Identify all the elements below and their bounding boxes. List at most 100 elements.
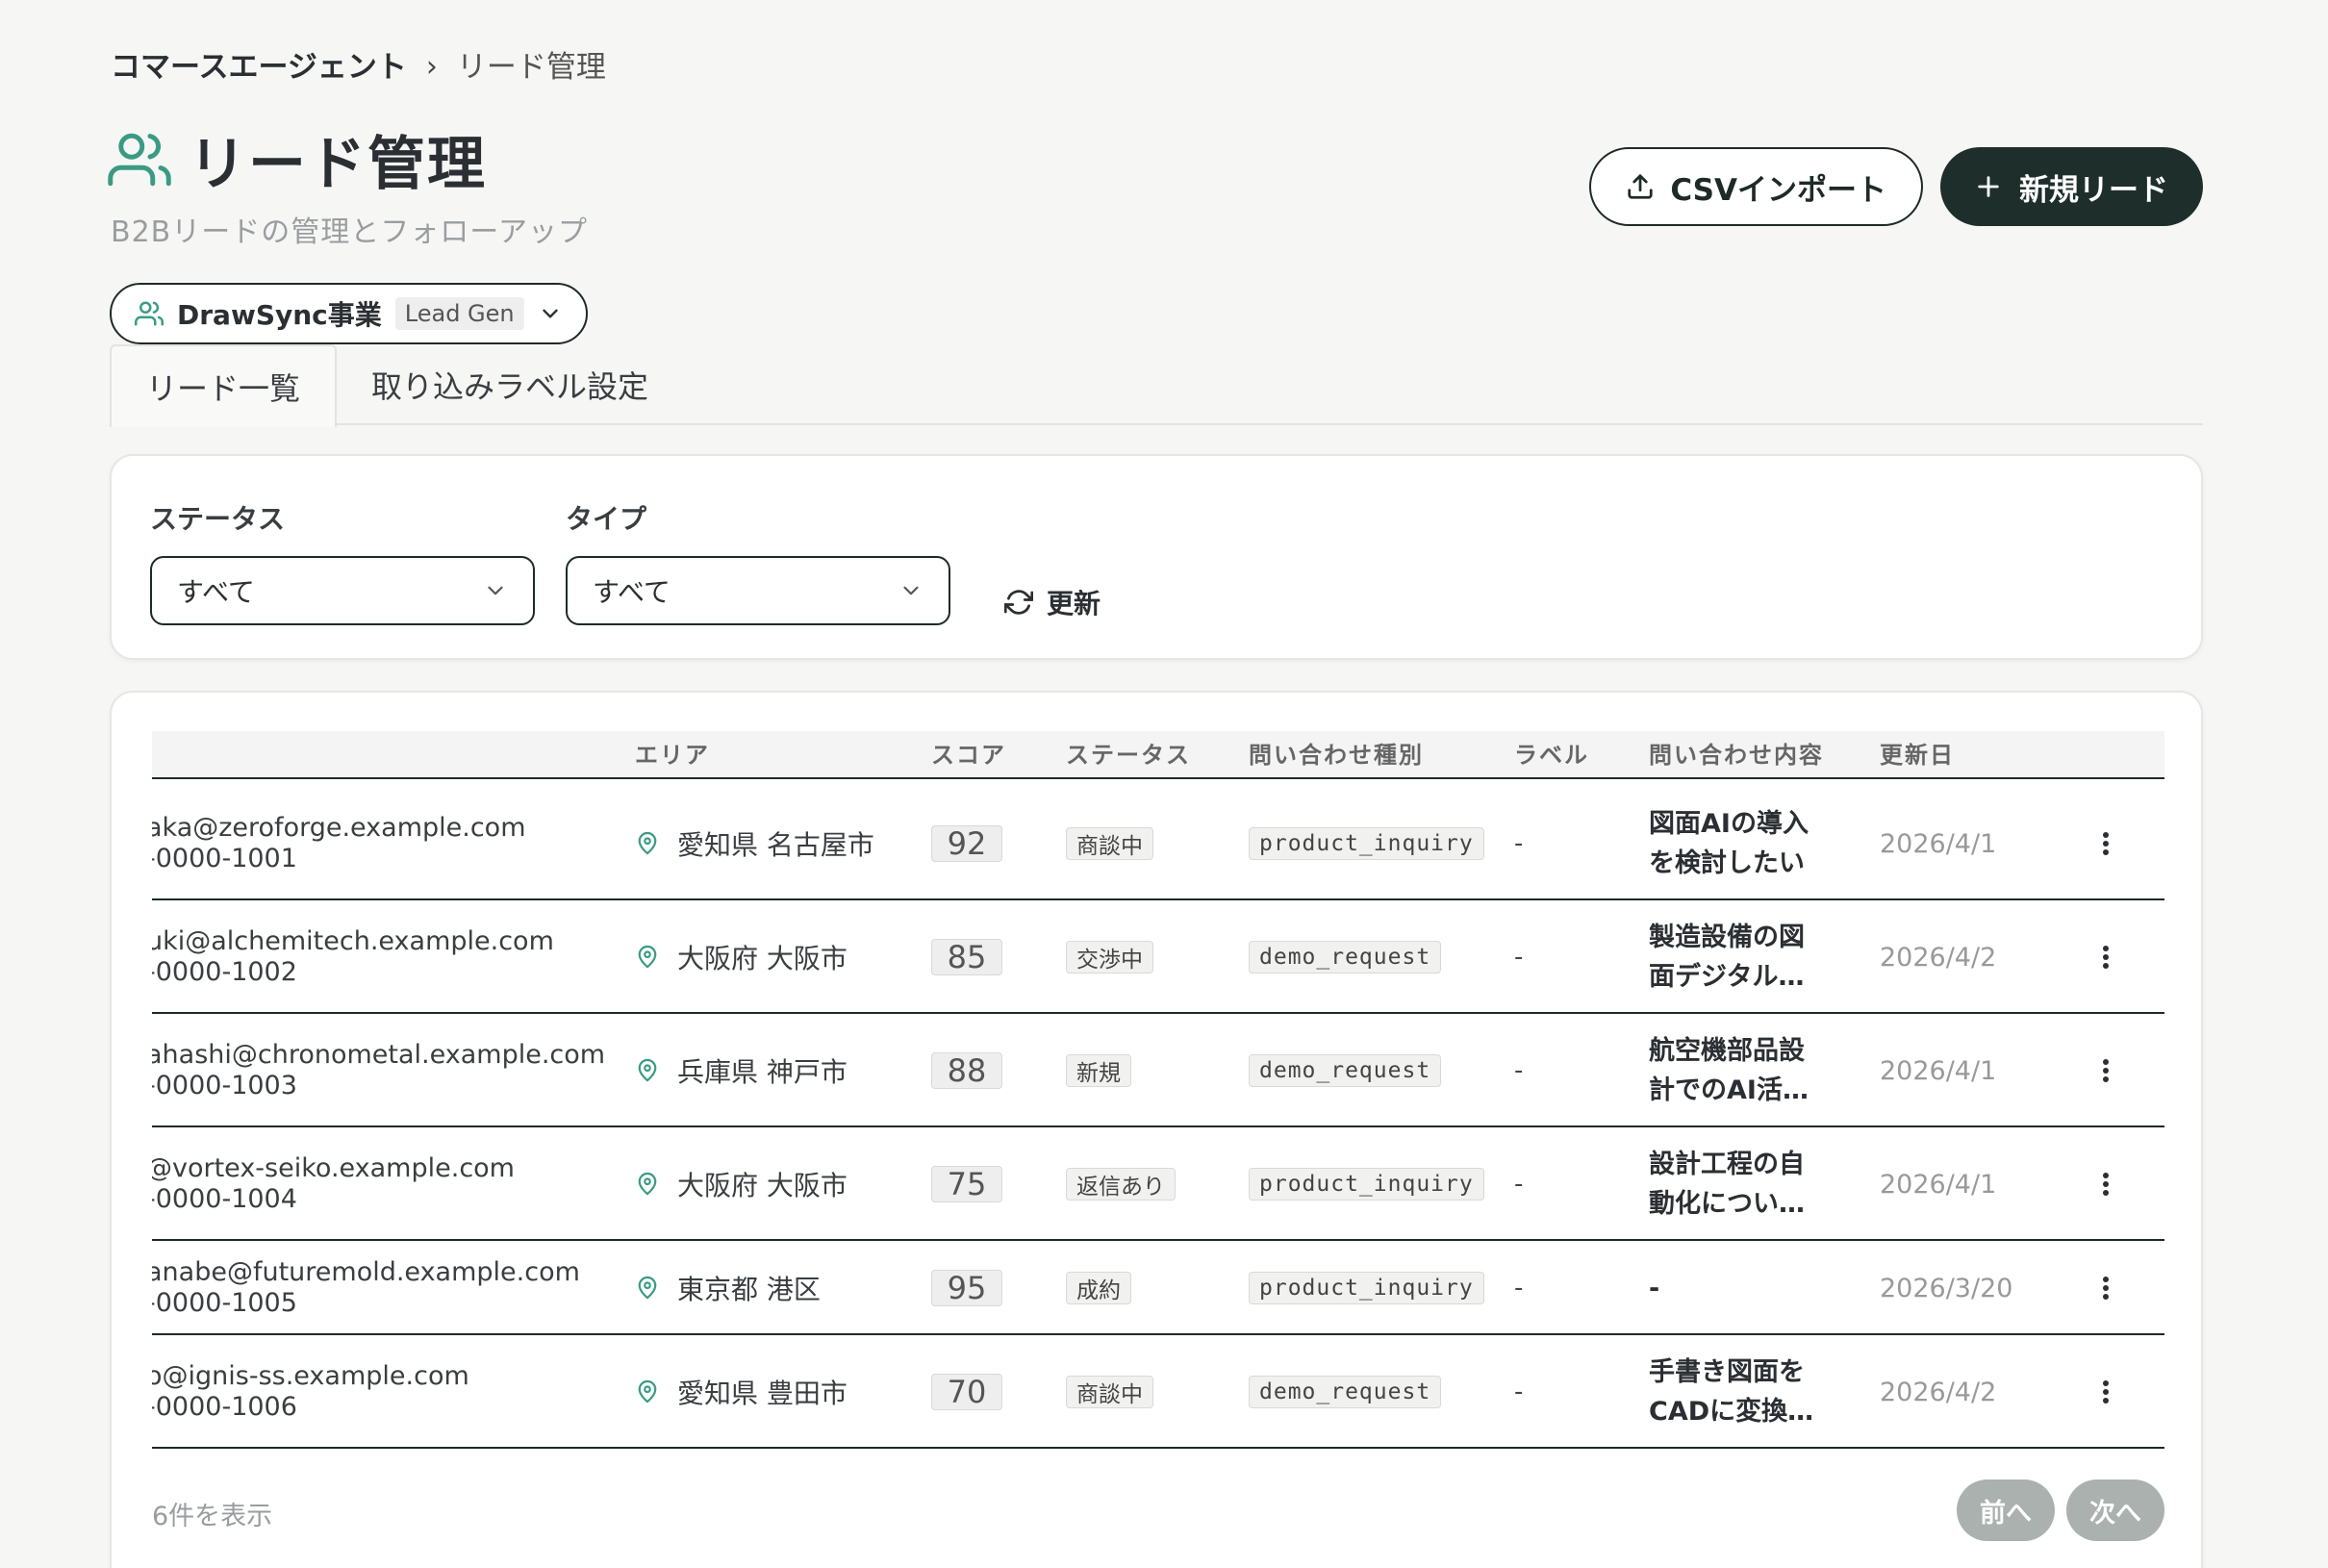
table-row[interactable]: anabe@futuremold.example.com -0000-1005 東京… xyxy=(152,1241,2164,1335)
contact-phone: -0000-1002 xyxy=(152,957,297,987)
plus-icon xyxy=(1978,176,1999,197)
header-score: スコア xyxy=(931,742,1006,769)
label-cell: - xyxy=(1514,943,1524,972)
inquiry-content-cell: 航空機部品設 計でのAI活… xyxy=(1649,1014,1822,1127)
table-row[interactable]: uki@alchemitech.example.com -0000-1002 大阪府… xyxy=(152,900,2164,1014)
area-cell: 兵庫県 神戸市 xyxy=(637,1014,848,1127)
tab-import-label-settings[interactable]: 取り込みラベル設定 xyxy=(337,344,683,425)
contact-cell: aka@zeroforge.example.com -0000-1001 xyxy=(152,787,526,900)
status-badge: 商談中 xyxy=(1066,827,1153,860)
area-text: 愛知県 名古屋市 xyxy=(677,829,874,861)
type-select[interactable]: すべて xyxy=(566,556,950,625)
row-actions-button[interactable] xyxy=(2091,1014,2120,1127)
score-badge: 85 xyxy=(931,939,1002,975)
refresh-button[interactable]: 更新 xyxy=(1004,568,1101,637)
contact-cell: o@ignis-ss.example.com -0000-1006 xyxy=(152,1335,469,1449)
inquiry-content-line: 動化につい… xyxy=(1649,1189,1805,1219)
filter-panel: ステータス すべて タイプ すべて 更新 xyxy=(110,454,2203,660)
page-header: リード管理 xyxy=(108,117,487,201)
contact-email: o@ignis-ss.example.com xyxy=(152,1361,469,1391)
type-filter-label: タイプ xyxy=(566,503,647,535)
contact-cell: ahashi@chronometal.example.com -0000-1003 xyxy=(152,1014,605,1127)
contact-cell: anabe@futuremold.example.com -0000-1005 xyxy=(152,1241,580,1335)
inquiry-content-cell: 手書き図面を CADに変換… xyxy=(1649,1335,1822,1449)
tab-lead-list[interactable]: リード一覧 xyxy=(110,344,338,427)
area-text: 東京都 港区 xyxy=(677,1274,821,1305)
inquiry-content-line: 航空機部品設 xyxy=(1649,1036,1805,1066)
table-row[interactable]: ahashi@chronometal.example.com -0000-1003… xyxy=(152,1014,2164,1127)
status-filter: ステータス すべて xyxy=(150,498,535,625)
status-select[interactable]: すべて xyxy=(150,556,535,625)
new-lead-button[interactable]: 新規リード xyxy=(1940,147,2203,226)
updated-date: 2026/4/2 xyxy=(1880,1377,1997,1407)
chevron-down-icon xyxy=(542,309,558,318)
header-content: 問い合わせ内容 xyxy=(1649,742,1824,769)
status-badge: 交渉中 xyxy=(1066,941,1153,974)
lead-table-card: エリア スコア ステータス 問い合わせ種別 ラベル 問い合わせ内容 更新日 ak… xyxy=(110,691,2203,1568)
table-footer: 6件を表示 前へ 次へ xyxy=(152,1479,2164,1541)
map-pin-icon xyxy=(638,945,657,969)
users-icon xyxy=(108,133,171,186)
updated-date: 2026/3/20 xyxy=(1880,1273,2013,1303)
tab-bar: リード一覧 取り込みラベル設定 xyxy=(110,344,2203,427)
table-row[interactable]: o@ignis-ss.example.com -0000-1006 愛知県 豊田市 7… xyxy=(152,1335,2164,1449)
area-cell: 大阪府 大阪市 xyxy=(637,1127,848,1241)
contact-cell: @vortex-seiko.example.com -0000-1004 xyxy=(152,1127,515,1241)
inquiry-content-line: 設計工程の自 xyxy=(1649,1150,1805,1179)
inquiry-content-line: 図面AIの導入 xyxy=(1649,809,1809,839)
row-actions-button[interactable] xyxy=(2091,787,2120,900)
area-text: 愛知県 豊田市 xyxy=(677,1378,848,1409)
score-badge: 70 xyxy=(931,1374,1002,1410)
updated-date: 2026/4/2 xyxy=(1880,942,1997,973)
chevron-down-icon xyxy=(903,586,919,595)
label-cell: - xyxy=(1514,1170,1524,1199)
table-row[interactable]: @vortex-seiko.example.com -0000-1004 大阪府 大… xyxy=(152,1127,2164,1241)
contact-phone: -0000-1006 xyxy=(152,1392,297,1422)
row-actions-button[interactable] xyxy=(2091,1241,2120,1335)
breadcrumb: コマースエージェント › リード管理 xyxy=(111,46,606,89)
score-badge: 75 xyxy=(931,1166,1002,1202)
refresh-label: 更新 xyxy=(1047,588,1101,620)
table-row[interactable]: aka@zeroforge.example.com -0000-1001 愛知県 名… xyxy=(152,787,2164,900)
updated-date: 2026/4/1 xyxy=(1880,1169,1997,1200)
map-pin-icon xyxy=(638,1276,657,1300)
inquiry-content-cell: 製造設備の図 面デジタル… xyxy=(1649,900,1822,1014)
pagination: 前へ 次へ xyxy=(1957,1479,2164,1541)
upload-icon xyxy=(1628,174,1653,199)
row-actions-button[interactable] xyxy=(2091,1127,2120,1241)
contact-email: ahashi@chronometal.example.com xyxy=(152,1040,606,1070)
project-selector[interactable]: DrawSync事業 Lead Gen xyxy=(110,283,588,344)
row-actions-button[interactable] xyxy=(2091,1335,2120,1449)
inquiry-content-cell: - xyxy=(1649,1241,1822,1335)
project-badge: Lead Gen xyxy=(394,297,524,330)
csv-import-button[interactable]: CSVインポート xyxy=(1589,147,1923,226)
type-select-value: すべて xyxy=(593,576,671,608)
inquiry-content-line: を検討したい xyxy=(1649,848,1805,878)
map-pin-icon xyxy=(638,1172,657,1196)
label-cell: - xyxy=(1514,1274,1524,1302)
row-actions-button[interactable] xyxy=(2091,900,2120,1014)
breadcrumb-root-link[interactable]: コマースエージェント xyxy=(111,46,407,89)
inquiry-content-line: - xyxy=(1649,1273,1660,1303)
area-cell: 東京都 港区 xyxy=(637,1241,821,1335)
prev-page-button[interactable]: 前へ xyxy=(1957,1479,2055,1541)
area-cell: 愛知県 豊田市 xyxy=(637,1335,848,1449)
contact-email: aka@zeroforge.example.com xyxy=(152,813,526,843)
status-badge: 新規 xyxy=(1066,1054,1131,1087)
csv-import-label: CSVインポート xyxy=(1670,172,1886,208)
inquiry-type-badge: demo_request xyxy=(1249,1376,1442,1408)
inquiry-type-badge: product_inquiry xyxy=(1249,1168,1484,1201)
header-inquiry-type: 問い合わせ種別 xyxy=(1249,742,1424,769)
status-badge: 商談中 xyxy=(1066,1376,1153,1408)
breadcrumb-separator: › xyxy=(425,50,438,84)
breadcrumb-current: リード管理 xyxy=(456,50,606,85)
inquiry-type-badge: product_inquiry xyxy=(1249,827,1484,860)
inquiry-content-cell: 設計工程の自 動化につい… xyxy=(1649,1127,1822,1241)
status-badge: 成約 xyxy=(1066,1272,1131,1304)
updated-date: 2026/4/1 xyxy=(1880,1055,1997,1086)
more-vertical-icon xyxy=(2103,1277,2109,1300)
chevron-down-icon xyxy=(488,586,503,595)
next-page-button[interactable]: 次へ xyxy=(2066,1479,2164,1541)
more-vertical-icon xyxy=(2103,946,2109,969)
inquiry-content-line: CADに変換… xyxy=(1649,1397,1814,1427)
